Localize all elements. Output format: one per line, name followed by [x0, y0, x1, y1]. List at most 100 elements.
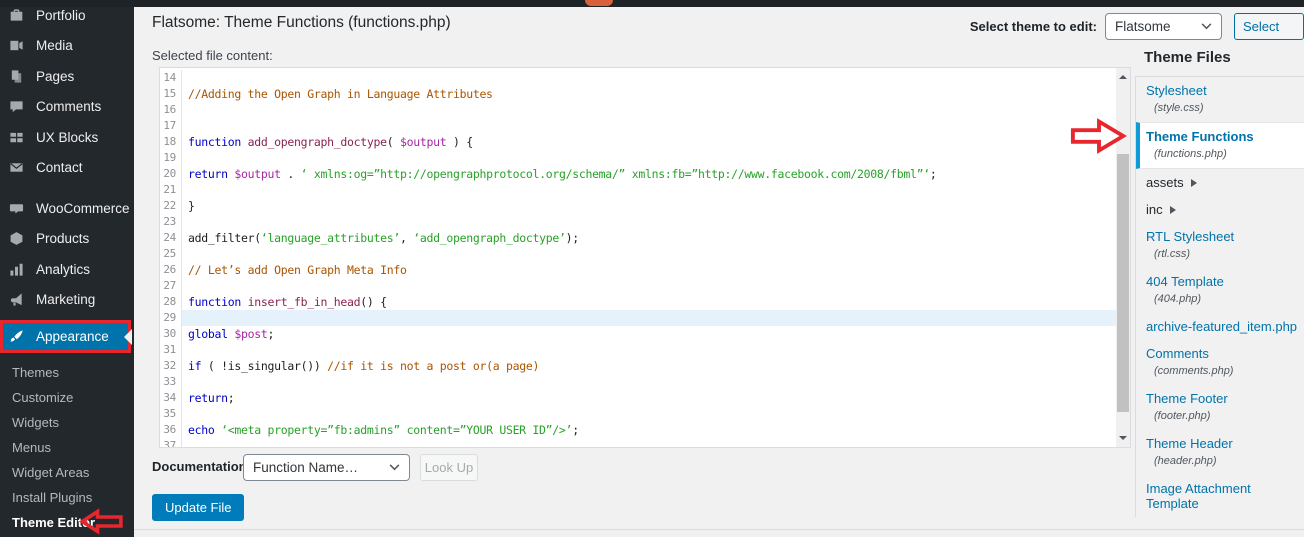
- file-link: Comments: [1146, 346, 1209, 361]
- theme-file-theme-footer[interactable]: Theme Footer (footer.php): [1136, 385, 1304, 430]
- code-editor[interactable]: 14 15 //Adding the Open Graph in Language …: [159, 67, 1131, 448]
- code-line[interactable]: 25: [160, 246, 1116, 262]
- look-up-button[interactable]: Look Up: [420, 454, 478, 481]
- sidebar-item-marketing[interactable]: Marketing: [0, 285, 134, 316]
- code-text: return $output . ‘ xmlns:og=”http://open…: [182, 166, 1116, 182]
- update-file-button[interactable]: Update File: [152, 494, 245, 521]
- code-line[interactable]: 36 echo ‘<meta property=”fb:admins” conte…: [160, 422, 1116, 438]
- code-token: $output: [234, 167, 281, 181]
- code-line[interactable]: 26 // Let’s add Open Graph Meta Info: [160, 262, 1116, 278]
- sidebar-item-media[interactable]: Media: [0, 31, 134, 62]
- code-token: echo: [188, 423, 215, 437]
- theme-file-image-attachment-template[interactable]: Image Attachment Template: [1136, 475, 1304, 517]
- code-text: echo ‘<meta property=”fb:admins” content…: [182, 422, 1116, 438]
- code-line[interactable]: 16: [160, 102, 1116, 118]
- submenu-item-install-plugins[interactable]: Install Plugins: [0, 485, 134, 510]
- file-link: 404 Template: [1146, 274, 1224, 289]
- code-line[interactable]: 23: [160, 214, 1116, 230]
- code-token: ;: [929, 167, 937, 181]
- sidebar-item-products[interactable]: Products: [0, 224, 134, 255]
- code-line[interactable]: 35: [160, 406, 1116, 422]
- submenu-item-customize[interactable]: Customize: [0, 385, 134, 410]
- code-line[interactable]: 30 global $post;: [160, 326, 1116, 342]
- scrollbar-thumb[interactable]: [1117, 154, 1129, 412]
- select-theme-button[interactable]: Select: [1234, 13, 1304, 40]
- code-line[interactable]: 28 function insert_fb_in_head() {: [160, 294, 1116, 310]
- code-line[interactable]: 21: [160, 182, 1116, 198]
- theme-select-dropdown[interactable]: Flatsome: [1105, 13, 1222, 40]
- sidebar-item-comments[interactable]: Comments: [0, 92, 134, 123]
- code-line[interactable]: 17: [160, 118, 1116, 134]
- submenu-item-themes[interactable]: Themes: [0, 360, 134, 385]
- code-line[interactable]: 19: [160, 150, 1116, 166]
- line-number: 15: [160, 86, 182, 102]
- code-line[interactable]: 24 add_filter(‘language_attributes’, ‘add…: [160, 230, 1116, 246]
- code-text: //Adding the Open Graph in Language Attr…: [182, 86, 1116, 102]
- file-link: Theme Functions: [1146, 129, 1254, 144]
- file-name: (functions.php): [1154, 148, 1227, 160]
- theme-file-rtl-stylesheet[interactable]: RTL Stylesheet (rtl.css): [1136, 223, 1304, 268]
- annotation-arrow-theme-functions: [1070, 118, 1127, 154]
- theme-file-assets[interactable]: assets: [1136, 169, 1304, 196]
- sidebar-item-woocommerce[interactable]: WooCommerce: [0, 193, 134, 224]
- code-line[interactable]: 18 function add_opengraph_doctype( $outpu…: [160, 134, 1116, 150]
- code-token: ‘add_opengraph_doctype’: [413, 231, 566, 245]
- code-token: ;: [572, 423, 579, 437]
- code-line[interactable]: 31: [160, 342, 1116, 358]
- code-token: return: [188, 391, 228, 405]
- documentation-dropdown[interactable]: Function Name…: [243, 454, 410, 481]
- sidebar-item-analytics[interactable]: Analytics: [0, 254, 134, 285]
- submenu-item-widgets[interactable]: Widgets: [0, 410, 134, 435]
- theme-files-heading: Theme Files: [1144, 49, 1231, 66]
- file-link: Image Attachment Template: [1146, 481, 1251, 511]
- code-line[interactable]: 15 //Adding the Open Graph in Language At…: [160, 86, 1116, 102]
- code-line[interactable]: 14: [160, 70, 1116, 86]
- select-theme-label: Select theme to edit:: [969, 19, 1097, 34]
- code-line[interactable]: 22}: [160, 198, 1116, 214]
- comments-icon: [9, 98, 26, 115]
- theme-file-inc[interactable]: inc: [1136, 196, 1304, 223]
- code-line[interactable]: 29: [160, 310, 1116, 326]
- theme-file-archive-featured-item-php[interactable]: archive-featured_item.php: [1136, 313, 1304, 340]
- code-line[interactable]: 20 return $output . ‘ xmlns:og=”http://op…: [160, 166, 1116, 182]
- line-number: 23: [160, 214, 182, 230]
- code-token: (: [386, 135, 400, 149]
- line-number: 32: [160, 358, 182, 374]
- current-menu-pointer: [116, 328, 132, 345]
- code-token: $post: [234, 327, 268, 341]
- sidebar-item-pages[interactable]: Pages: [0, 61, 134, 92]
- theme-file-theme-header[interactable]: Theme Header (header.php): [1136, 430, 1304, 475]
- chevron-down-icon: [1201, 23, 1212, 30]
- code-line[interactable]: 34 return;: [160, 390, 1116, 406]
- theme-file-stylesheet[interactable]: Stylesheet (style.css): [1136, 77, 1304, 122]
- code-token: ;: [227, 391, 235, 405]
- sidebar-item-ux-blocks[interactable]: UX Blocks: [0, 122, 134, 153]
- submenu-item-widget-areas[interactable]: Widget Areas: [0, 460, 134, 485]
- code-line[interactable]: 33: [160, 374, 1116, 390]
- media-icon: [9, 37, 26, 54]
- sidebar-item-label: Products: [36, 231, 90, 247]
- sidebar-item-contact[interactable]: Contact: [0, 153, 134, 184]
- code-line[interactable]: 27: [160, 278, 1116, 294]
- submenu-item-menus[interactable]: Menus: [0, 435, 134, 460]
- code-token: ;: [267, 327, 275, 341]
- theme-file-404-template[interactable]: 404 Template (404.php): [1136, 268, 1304, 313]
- code-text: // Let’s add Open Graph Meta Info: [182, 262, 1116, 278]
- theme-file-comments[interactable]: Comments (comments.php): [1136, 340, 1304, 385]
- code-text: global $post;: [182, 326, 1116, 342]
- scroll-up-icon[interactable]: [1116, 70, 1130, 84]
- line-number: 18: [160, 134, 182, 150]
- code-line[interactable]: 37: [160, 438, 1116, 447]
- code-line[interactable]: 32 if ( !is_singular()) //if it is not a …: [160, 358, 1116, 374]
- sidebar-item-appearance[interactable]: Appearance: [3, 323, 132, 350]
- theme-file-theme-functions[interactable]: Theme Functions (functions.php): [1136, 122, 1304, 169]
- admin-menu: Portfolio Media Pages Comments UX Blocks Cont…: [0, 0, 134, 315]
- scroll-down-icon[interactable]: [1116, 431, 1130, 445]
- code-token: add_filter(: [188, 231, 261, 245]
